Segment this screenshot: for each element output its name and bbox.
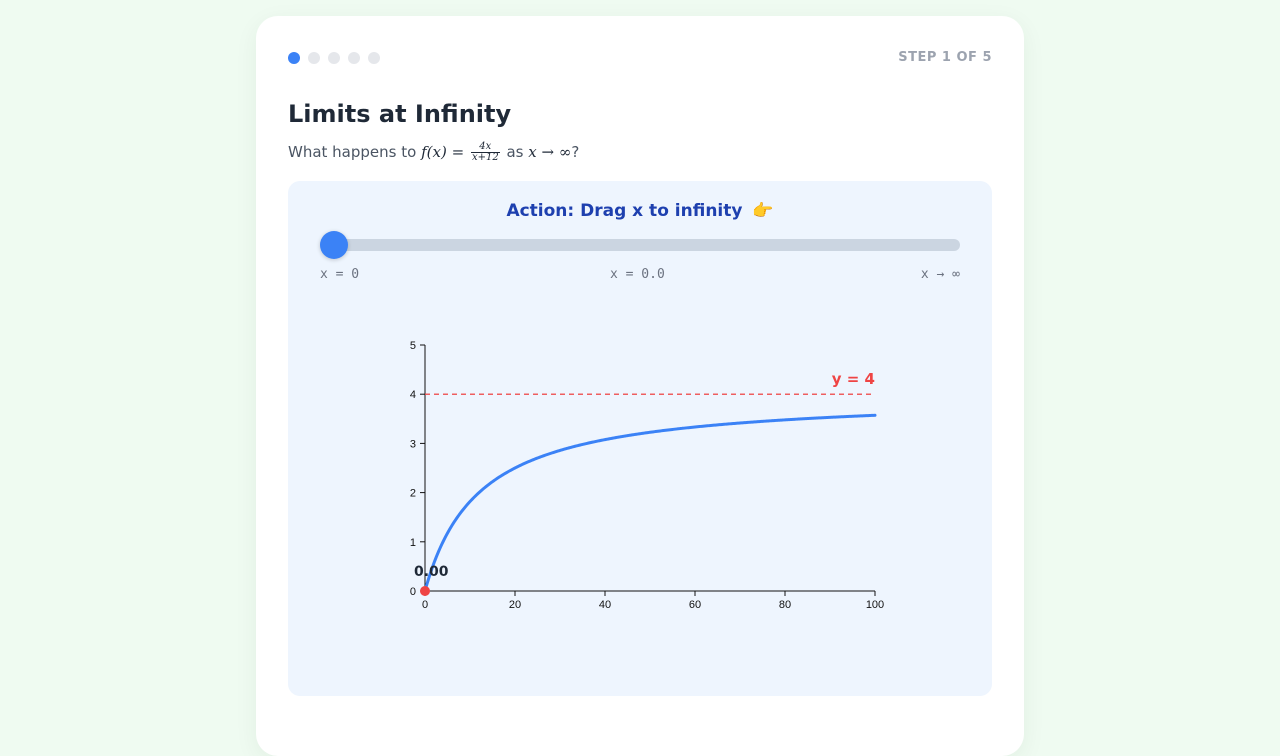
function-lhs: f(x) = — [421, 143, 465, 161]
limit-expression: x → ∞ — [528, 143, 572, 161]
asymptote-label: y = 4 — [832, 370, 875, 388]
current-point-value: 0.00 — [414, 564, 449, 580]
current-point-marker — [420, 586, 430, 596]
y-tick-label: 1 — [410, 537, 416, 549]
question-mid: as — [506, 143, 524, 161]
step-dot-5 — [368, 52, 380, 64]
lesson-card: STEP 1 OF 5 Limits at Infinity What happ… — [256, 16, 1024, 756]
step-dot-4 — [348, 52, 360, 64]
y-tick-label: 4 — [410, 389, 416, 401]
y-tick-label: 5 — [410, 340, 416, 352]
function-chart: 0 20 40 60 80 100 0 1 2 3 4 5 y = 4 0.00 — [410, 340, 884, 611]
step-progress-dots — [288, 52, 380, 64]
x-tick-label: 40 — [599, 599, 611, 611]
question-text: What happens to f(x) = 4x x+12 as x → ∞? — [288, 142, 579, 163]
x-tick-label: 20 — [509, 599, 521, 611]
function-fraction: 4x x+12 — [470, 142, 500, 163]
interactive-panel: Action: Drag x to infinity 👉 x = 0 x = 0… — [288, 181, 992, 696]
x-tick-label: 0 — [422, 599, 428, 611]
function-curve — [423, 413, 877, 593]
y-tick-label: 3 — [410, 438, 416, 450]
x-tick-label: 60 — [689, 599, 701, 611]
page-title: Limits at Infinity — [288, 100, 512, 128]
step-dot-1 — [288, 52, 300, 64]
fraction-denominator: x+12 — [471, 152, 499, 163]
step-dot-2 — [308, 52, 320, 64]
step-dot-3 — [328, 52, 340, 64]
x-tick-label: 100 — [866, 599, 884, 611]
question-prefix: What happens to — [288, 143, 417, 161]
y-tick-label: 2 — [410, 488, 416, 500]
x-tick-label: 80 — [779, 599, 791, 611]
question-suffix: ? — [571, 143, 580, 161]
y-tick-label: 0 — [410, 586, 416, 598]
step-counter: STEP 1 OF 5 — [898, 50, 992, 65]
